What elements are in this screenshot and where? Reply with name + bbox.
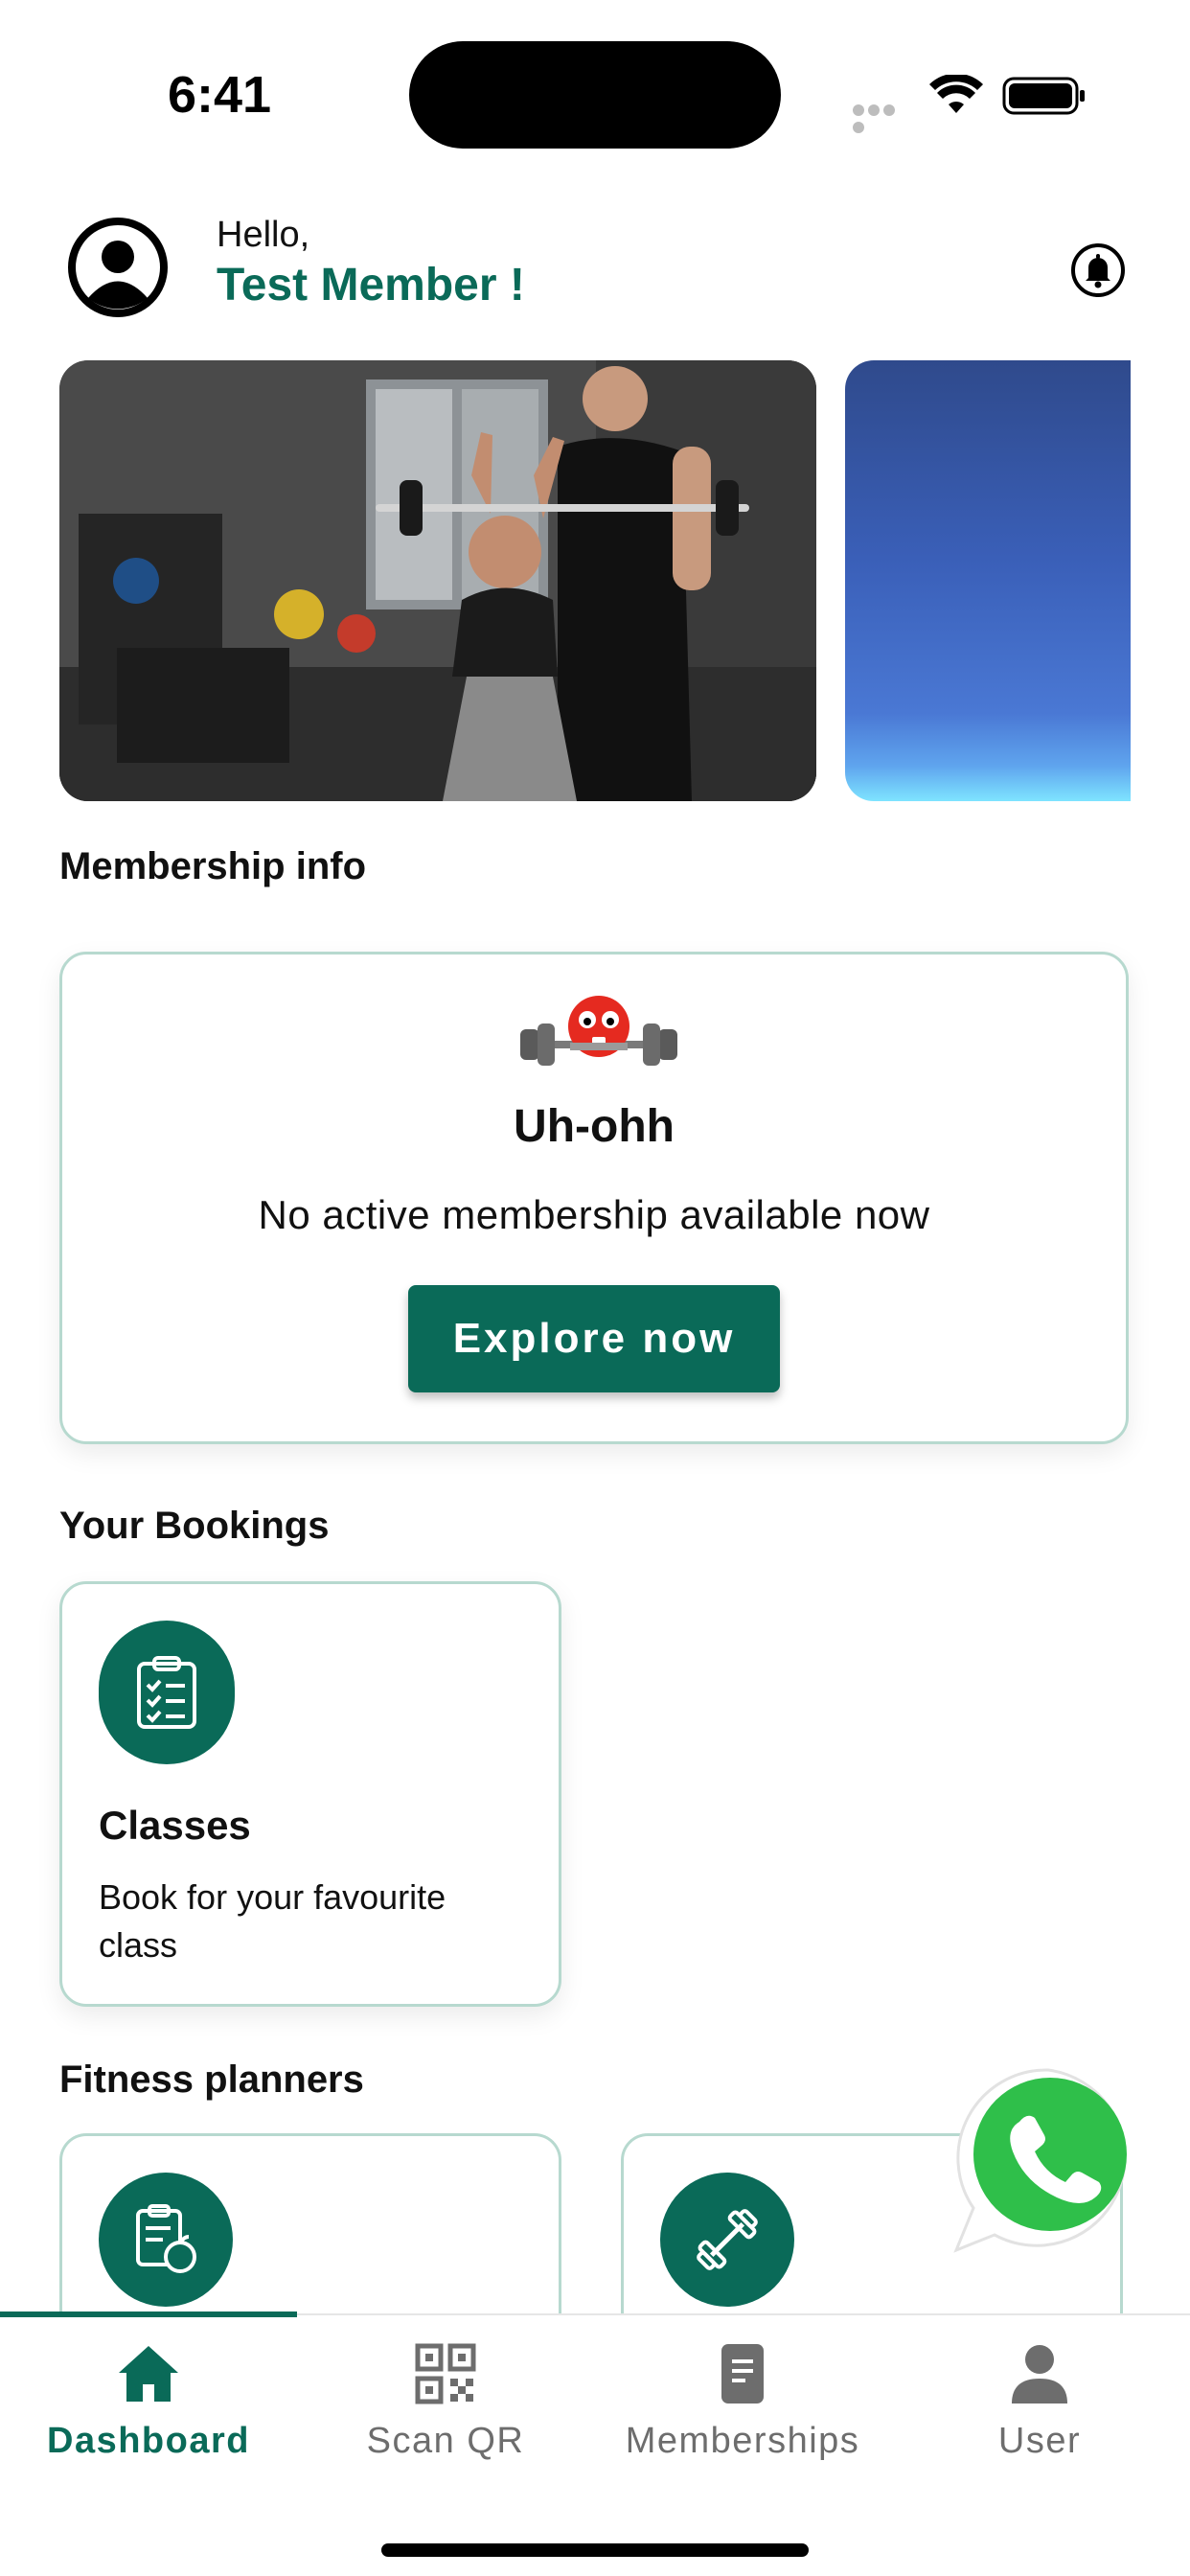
dumbbell-icon: [697, 2209, 758, 2270]
member-name: Test Member !: [217, 260, 525, 310]
icon-badge: [99, 1621, 235, 1764]
classes-booking-card[interactable]: Classes Book for your favourite class: [59, 1581, 561, 2007]
home-icon: [119, 2346, 178, 2402]
explore-now-button[interactable]: Explore now: [408, 1285, 780, 1392]
membership-card: Uh-ohh No active membership available no…: [59, 952, 1129, 1444]
wifi-icon: [929, 75, 983, 113]
sad-dumbbell-mascot-icon: [520, 996, 677, 1066]
icon-badge: [660, 2173, 794, 2307]
booking-card-description: Book for your favourite class: [99, 1877, 446, 1965]
home-indicator: [381, 2543, 809, 2557]
whatsapp-icon[interactable]: [952, 2062, 1144, 2254]
battery-icon: [1002, 77, 1085, 115]
gym-training-image: [59, 360, 816, 801]
nav-label: Memberships: [625, 2421, 860, 2461]
qr-code-icon: [415, 2343, 476, 2404]
nav-tab-memberships[interactable]: Memberships: [594, 2340, 891, 2484]
promo-banner-secondary[interactable]: [845, 360, 1131, 801]
diet-plan-icon: [136, 2204, 196, 2273]
clipboard-checklist-icon: [137, 1656, 196, 1729]
active-tab-indicator: [0, 2312, 297, 2317]
greeting-text: Hello,: [217, 215, 310, 255]
header: Hello, Test Member !: [0, 201, 1190, 335]
status-bar: 6:41: [0, 0, 1190, 192]
empty-state-message: No active membership available now: [258, 1192, 930, 1237]
dynamic-island: [409, 41, 781, 149]
nav-tab-user[interactable]: User: [891, 2340, 1188, 2484]
notification-bell-icon[interactable]: [1069, 242, 1127, 299]
user-icon: [1012, 2345, 1067, 2404]
icon-badge: [99, 2173, 233, 2307]
bookings-section-title: Your Bookings: [59, 1505, 330, 1547]
nav-label: User: [997, 2421, 1082, 2461]
nav-label: Dashboard: [47, 2421, 250, 2461]
nav-tab-scan-qr[interactable]: Scan QR: [297, 2340, 594, 2484]
nav-label: Scan QR: [366, 2421, 525, 2461]
status-time: 6:41: [168, 66, 272, 124]
booking-card-title: Classes: [99, 1803, 251, 1848]
document-icon: [721, 2344, 764, 2404]
profile-avatar-icon[interactable]: [67, 217, 169, 318]
promo-banner-gym[interactable]: [59, 360, 816, 801]
nav-tab-dashboard[interactable]: Dashboard: [0, 2340, 297, 2484]
empty-state-title: Uh-ohh: [514, 1101, 675, 1152]
membership-section-title: Membership info: [59, 845, 367, 887]
planners-section-title: Fitness planners: [59, 2058, 364, 2101]
cellular-signal-icon: [853, 104, 910, 133]
bottom-navigation: Dashboard Scan QR Memberships User: [0, 2312, 1190, 2576]
